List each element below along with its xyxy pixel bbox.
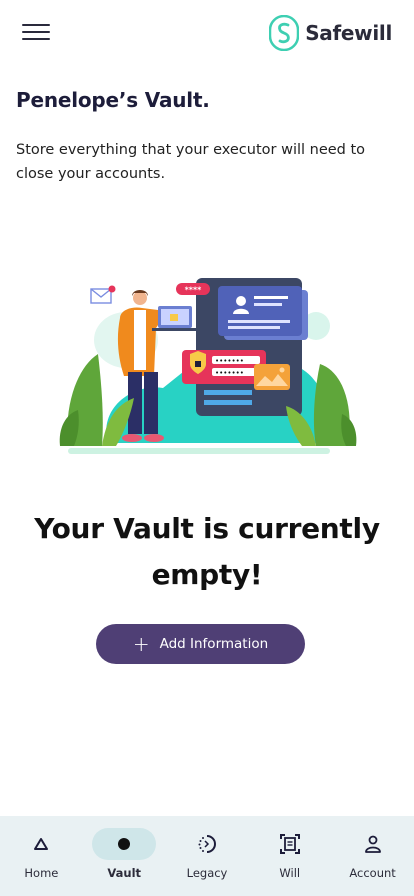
svg-text:•••••••: ••••••• [215, 357, 244, 365]
nav-icon-container [92, 828, 157, 860]
safewill-logo[interactable]: Safewill [269, 15, 392, 51]
nav-label-legacy: Legacy [186, 866, 228, 880]
nav-item-home[interactable]: Home [0, 816, 83, 896]
nav-item-vault[interactable]: Vault [83, 816, 166, 896]
nav-label-account: Account [349, 866, 396, 880]
nav-label-will: Will [279, 866, 301, 880]
password-badge: **** [185, 286, 203, 295]
legacy-icon [198, 835, 216, 853]
nav-label-vault: Vault [107, 866, 142, 880]
app-header: Safewill [0, 0, 414, 68]
empty-message-line1: Your Vault is currently [34, 512, 380, 545]
document-icon [279, 834, 300, 854]
dot-icon [118, 838, 131, 850]
empty-message-line2: empty! [151, 558, 263, 591]
page-title: Penelope’s Vault. [16, 88, 210, 112]
nav-icon-container [258, 828, 322, 860]
add-information-button[interactable]: + Add Information [96, 624, 305, 664]
empty-state-message: Your Vault is currently empty! [0, 506, 414, 598]
nav-label-home: Home [24, 866, 59, 880]
nav-item-legacy[interactable]: Legacy [166, 816, 249, 896]
nav-item-account[interactable]: Account [331, 816, 414, 896]
vault-illustration: ••••••• ••••••• **** [59, 278, 357, 454]
safewill-logo-icon [269, 15, 300, 51]
triangle-icon [34, 838, 49, 850]
plus-icon: + [132, 632, 150, 656]
nav-item-will[interactable]: Will [248, 816, 331, 896]
person-icon [364, 835, 381, 853]
hamburger-menu-icon[interactable] [22, 24, 50, 44]
svg-text:•••••••: ••••••• [215, 369, 244, 377]
nav-icon-container [9, 828, 73, 860]
nav-icon-container [175, 828, 239, 860]
page-subtitle: Store everything that your executor will… [16, 142, 366, 182]
nav-icon-container [341, 828, 405, 860]
add-information-label: Add Information [159, 636, 269, 652]
brand-name: Safewill [305, 21, 392, 45]
bottom-navigation: Home Vault Legacy Will Account [0, 816, 414, 896]
